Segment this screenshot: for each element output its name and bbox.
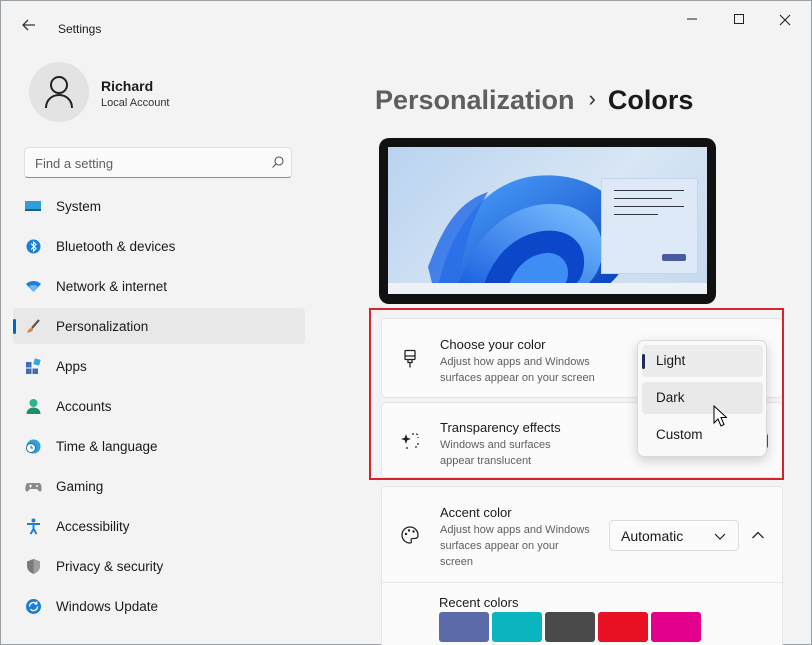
option-label: Light xyxy=(656,353,686,368)
page-title: Colors xyxy=(607,85,694,115)
recent-color-swatch[interactable] xyxy=(651,612,701,642)
option-label: Dark xyxy=(656,390,685,405)
breadcrumb-separator: › xyxy=(588,86,596,111)
desktop-preview xyxy=(388,147,707,294)
preview-text-line xyxy=(614,206,684,207)
color-mode-option-light[interactable]: Light xyxy=(642,345,763,377)
shield-icon xyxy=(27,559,40,574)
globe-clock-icon xyxy=(26,439,41,454)
mouse-pointer-icon xyxy=(713,405,727,427)
sidebar-item-apps[interactable]: Apps xyxy=(13,348,305,384)
search-icon[interactable] xyxy=(271,155,285,169)
sidebar-item-label: System xyxy=(56,199,102,214)
chevron-down-icon xyxy=(714,533,726,540)
sidebar-item-personalization[interactable]: Personalization xyxy=(13,308,305,344)
person-icon xyxy=(45,76,73,109)
sidebar-item-network[interactable]: Network & internet xyxy=(13,268,305,304)
sidebar-item-label: Accessibility xyxy=(56,519,130,534)
card-title: Accent color xyxy=(440,505,512,520)
minimize-icon xyxy=(687,18,697,20)
accent-color-select[interactable]: Automatic xyxy=(609,520,739,551)
color-mode-dropdown-menu: Light Dark Custom xyxy=(637,340,767,457)
settings-window: Settings Richard Local Account System Bl… xyxy=(0,0,812,645)
preview-window xyxy=(601,178,698,274)
option-label: Custom xyxy=(656,427,703,442)
sidebar-item-system[interactable]: System xyxy=(13,188,305,224)
bluetooth-icon xyxy=(26,239,41,254)
sidebar-item-label: Gaming xyxy=(56,479,104,494)
apps-icon xyxy=(26,358,41,374)
sidebar-item-windows-update[interactable]: Windows Update xyxy=(13,588,305,624)
accessibility-icon xyxy=(27,518,40,535)
sidebar-item-bluetooth[interactable]: Bluetooth & devices xyxy=(13,228,305,264)
palette-icon xyxy=(401,526,419,544)
gamepad-icon xyxy=(25,483,42,492)
sidebar-item-label: Windows Update xyxy=(56,599,159,614)
brush-icon xyxy=(27,319,40,333)
app-title: Settings xyxy=(58,22,102,36)
breadcrumb: Personalization › Colors xyxy=(375,85,693,121)
breadcrumb-parent[interactable]: Personalization xyxy=(375,85,575,115)
user-account-type: Local Account xyxy=(101,97,170,109)
sidebar-nav: System Bluetooth & devices Network & int… xyxy=(13,188,305,628)
maximize-icon xyxy=(734,14,744,24)
close-button[interactable] xyxy=(770,11,800,31)
sidebar-item-label: Bluetooth & devices xyxy=(56,239,176,254)
recent-color-swatch[interactable] xyxy=(439,612,489,642)
recent-color-swatch[interactable] xyxy=(598,612,648,642)
maximize-button[interactable] xyxy=(724,11,754,31)
person-icon xyxy=(26,399,41,414)
color-mode-option-dark[interactable]: Dark xyxy=(642,382,763,414)
selection-indicator xyxy=(13,319,16,334)
preview-text-line xyxy=(614,214,658,215)
sidebar-item-label: Accounts xyxy=(56,399,112,414)
sidebar-item-privacy-security[interactable]: Privacy & security xyxy=(13,548,305,584)
title-bar: Settings xyxy=(1,1,811,41)
selection-indicator xyxy=(642,354,645,369)
search-box[interactable] xyxy=(24,147,292,178)
sidebar-item-accessibility[interactable]: Accessibility xyxy=(13,508,305,544)
wifi-icon xyxy=(26,281,41,292)
sidebar-item-label: Apps xyxy=(56,359,87,374)
close-icon xyxy=(779,14,791,26)
color-mode-option-custom[interactable]: Custom xyxy=(642,419,763,451)
avatar[interactable] xyxy=(29,62,89,122)
theme-preview xyxy=(379,138,716,304)
arrow-left-icon xyxy=(22,19,35,31)
recent-color-swatch[interactable] xyxy=(545,612,595,642)
preview-text-line xyxy=(614,198,672,199)
back-button[interactable] xyxy=(21,17,41,37)
sidebar-item-label: Network & internet xyxy=(56,279,168,294)
display-icon xyxy=(25,201,41,211)
sidebar-item-time-language[interactable]: Time & language xyxy=(13,428,305,464)
sidebar-item-accounts[interactable]: Accounts xyxy=(13,388,305,424)
select-value: Automatic xyxy=(621,528,684,544)
sidebar-item-label: Privacy & security xyxy=(56,559,164,574)
search-input[interactable] xyxy=(35,153,260,173)
update-icon xyxy=(26,599,41,614)
recent-color-swatch[interactable] xyxy=(492,612,542,642)
card-description: Adjust how apps and Windows surfaces app… xyxy=(440,524,590,568)
preview-taskbar xyxy=(388,283,707,294)
sidebar-item-label: Personalization xyxy=(56,319,149,334)
preview-text-line xyxy=(614,190,684,191)
sidebar-item-label: Time & language xyxy=(56,439,158,454)
chevron-up-icon[interactable] xyxy=(751,528,765,542)
recent-colors-title: Recent colors xyxy=(439,595,519,610)
minimize-button[interactable] xyxy=(677,11,707,31)
preview-button xyxy=(662,254,686,261)
card-divider xyxy=(382,582,782,583)
user-name: Richard xyxy=(101,78,154,94)
sidebar-item-gaming[interactable]: Gaming xyxy=(13,468,305,504)
